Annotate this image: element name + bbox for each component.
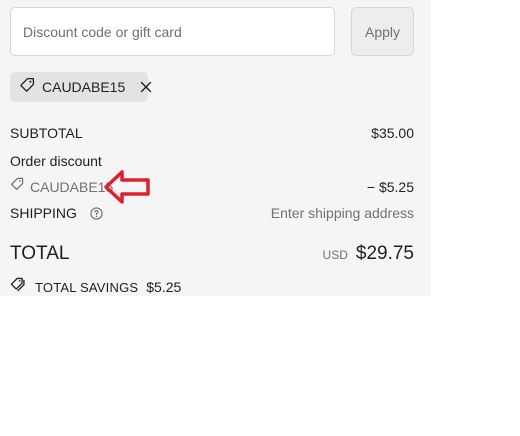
- total-row: TOTAL USD $29.75: [10, 243, 414, 265]
- applied-discount-code: CAUDABE15: [42, 79, 126, 95]
- shipping-line: SHIPPING: [10, 205, 103, 221]
- subtotal-label: SUBTOTAL: [10, 125, 83, 141]
- savings-tag-icon: [10, 277, 27, 297]
- savings-label: TOTAL SAVINGS: [35, 279, 139, 295]
- discount-code-text: CAUDABE15: [30, 178, 114, 195]
- shipping-row: SHIPPING Enter shipping address: [10, 205, 414, 221]
- savings-value: $5.25: [146, 279, 182, 295]
- tag-icon: [19, 77, 35, 98]
- total-savings: TOTAL SAVINGS $5.25: [10, 277, 181, 297]
- applied-discount-chip: CAUDABE15: [10, 72, 152, 102]
- shipping-value: Enter shipping address: [270, 205, 414, 221]
- order-discount-label: Order discount: [10, 153, 102, 169]
- subtotal-row: SUBTOTAL $35.00: [10, 125, 414, 141]
- subtotal-value: $35.00: [371, 125, 414, 141]
- discount-code-line: CAUDABE15: [10, 177, 113, 196]
- help-circle-icon[interactable]: [90, 206, 103, 220]
- left-arrow-annotation-icon: [104, 170, 150, 204]
- discount-code-row: CAUDABE15 − $5.25: [10, 177, 414, 196]
- discount-code-input[interactable]: [11, 8, 334, 55]
- shipping-label: SHIPPING: [10, 205, 77, 221]
- currency-code: USD: [322, 248, 348, 262]
- total-amount: USD $29.75: [323, 243, 414, 265]
- tag-icon: [10, 177, 24, 196]
- total-label: TOTAL: [10, 243, 70, 264]
- close-icon[interactable]: [140, 81, 152, 93]
- apply-button[interactable]: Apply: [351, 7, 414, 56]
- order-discount-row: Order discount: [10, 153, 414, 169]
- order-summary-panel: Apply CAUDABE15 SUBTOTAL $35.00 Order di…: [0, 0, 431, 296]
- total-value: $29.75: [355, 243, 414, 264]
- discount-code-field[interactable]: [10, 7, 335, 56]
- discount-value: − $5.25: [366, 178, 414, 195]
